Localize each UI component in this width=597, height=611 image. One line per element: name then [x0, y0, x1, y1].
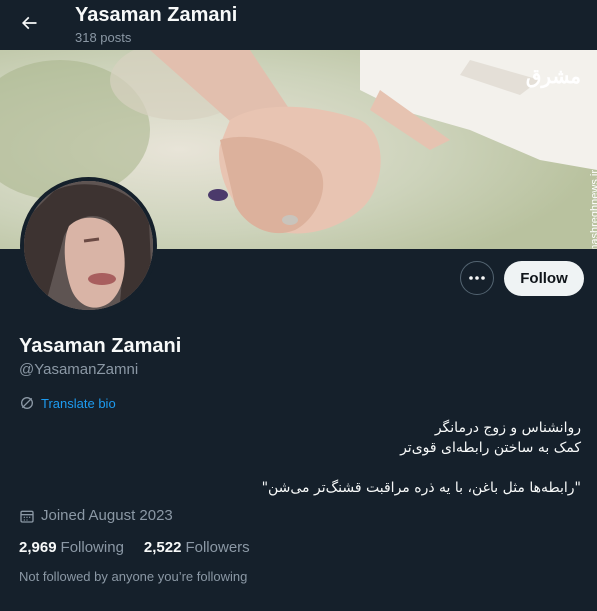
- following-count: 2,969: [19, 539, 57, 556]
- joined-date: Joined August 2023: [19, 507, 173, 524]
- posts-count: 318 posts: [75, 30, 132, 45]
- following-label: Following: [60, 539, 124, 556]
- profile-name: Yasaman Zamani: [19, 335, 182, 357]
- following-link[interactable]: 2,969 Following: [19, 539, 124, 556]
- more-options-button[interactable]: [460, 261, 494, 295]
- followers-label: Followers: [185, 539, 250, 556]
- translate-bio-link[interactable]: Translate bio: [19, 395, 116, 411]
- more-icon: [469, 276, 485, 280]
- not-followed-notice: Not followed by anyone you’re following: [19, 569, 248, 584]
- follow-stats: 2,969 Following 2,522 Followers: [19, 539, 250, 556]
- bio-line: "رابطه‌ها مثل باغن، با یه ذره مراقبت قشن…: [261, 480, 581, 496]
- followers-link[interactable]: 2,522 Followers: [144, 539, 250, 556]
- watermark-url: mashreghnews.ir: [589, 170, 597, 249]
- translate-bio-label: Translate bio: [41, 395, 116, 411]
- joined-label: Joined August 2023: [41, 507, 173, 524]
- bio-line: کمک به ساختن رابطه‌ای قوی‌تر: [400, 440, 581, 456]
- avatar-image: [24, 181, 153, 310]
- top-bar: Yasaman Zamani 318 posts: [0, 0, 597, 50]
- header-title: Yasaman Zamani: [75, 4, 238, 26]
- follow-button[interactable]: Follow: [504, 261, 584, 296]
- profile-handle: @YasamanZamni: [19, 361, 139, 378]
- followers-count: 2,522: [143, 539, 182, 556]
- profile-bio: روانشناس و زوج درمانگر کمک به ساختن رابط…: [21, 418, 581, 498]
- calendar-icon: [20, 510, 34, 523]
- profile-page: Yasaman Zamani 318 posts مشرق mashreghne…: [0, 0, 597, 611]
- translate-icon: [21, 397, 33, 409]
- back-button[interactable]: [14, 8, 44, 38]
- arrow-left-icon: [21, 16, 37, 30]
- bio-line: روانشناس و زوج درمانگر: [434, 420, 581, 436]
- avatar[interactable]: [20, 177, 157, 314]
- watermark-logo: مشرق: [525, 64, 581, 88]
- bio-line: [21, 458, 581, 478]
